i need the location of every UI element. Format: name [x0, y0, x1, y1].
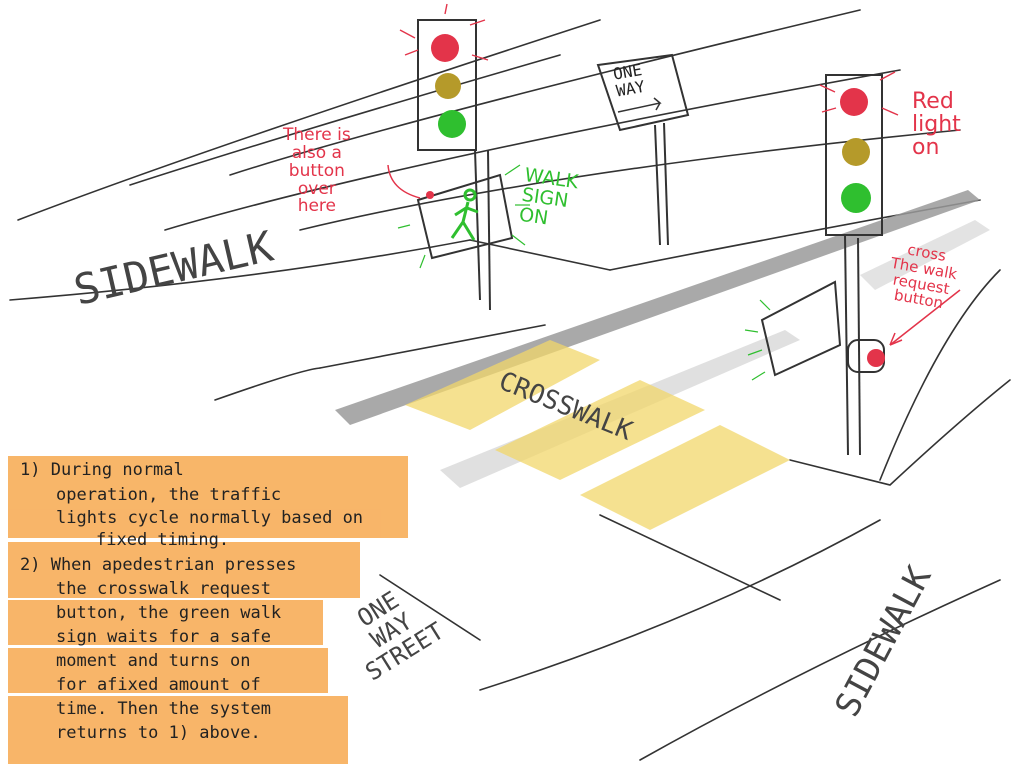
signal-pole	[487, 149, 491, 311]
signal-pole	[844, 234, 849, 456]
note-line: operation, the traffic	[56, 485, 282, 505]
red-light-icon	[431, 34, 459, 62]
one-way-sign-text: ONE WAY	[611, 60, 647, 101]
red-light-icon	[840, 88, 868, 116]
note-line: for afixed amount of	[56, 675, 261, 695]
button-arrow	[387, 164, 421, 199]
note-line: 2) When apedestrian presses	[20, 555, 297, 575]
note-line: moment and turns on	[56, 651, 251, 671]
sign-post	[663, 122, 669, 246]
left-request-button-icon	[426, 191, 434, 199]
left-traffic-light	[399, 3, 491, 311]
button-note-label: There is also a button over here	[283, 125, 351, 217]
curb-line	[469, 239, 611, 271]
signal-pole	[474, 149, 481, 301]
request-button-icon[interactable]	[867, 349, 885, 367]
note-line: lights cycle normally based on	[56, 508, 364, 528]
green-light-icon	[438, 110, 466, 138]
note-line: time. Then the system	[56, 699, 271, 719]
lane-line	[599, 514, 781, 601]
note-line: fixed timing.	[96, 530, 230, 550]
crosswalk-sketch: SIDEWALK CROSSWALK ONE WAY STREET SIDEWA…	[0, 0, 1024, 768]
cross-request-label: cross The walk request button	[889, 240, 959, 313]
back-of-walk-sign	[744, 280, 842, 381]
note-line: returns to 1) above.	[56, 723, 261, 743]
walk-sign-back	[760, 280, 842, 377]
green-light-icon	[841, 183, 871, 213]
curb-line	[214, 367, 321, 401]
arrow-right-icon	[617, 97, 662, 113]
signal-pole	[857, 237, 861, 456]
walk-sign-on-label: WALK SIGN ON	[517, 164, 580, 230]
red-light-on-label: Red light on	[912, 89, 961, 161]
sign-post	[654, 124, 661, 246]
walk-signal	[387, 164, 530, 269]
note-line: sign waits for a safe	[56, 627, 271, 647]
instructions-note: 1) During normal operation, the traffic …	[6, 455, 416, 765]
note-line: the crosswalk request	[56, 579, 271, 599]
amber-light-icon	[435, 73, 461, 99]
note-line: button, the green walk	[56, 603, 282, 623]
amber-light-icon	[842, 138, 870, 166]
note-line: 1) During normal	[20, 460, 184, 480]
lane-line	[639, 579, 1001, 761]
